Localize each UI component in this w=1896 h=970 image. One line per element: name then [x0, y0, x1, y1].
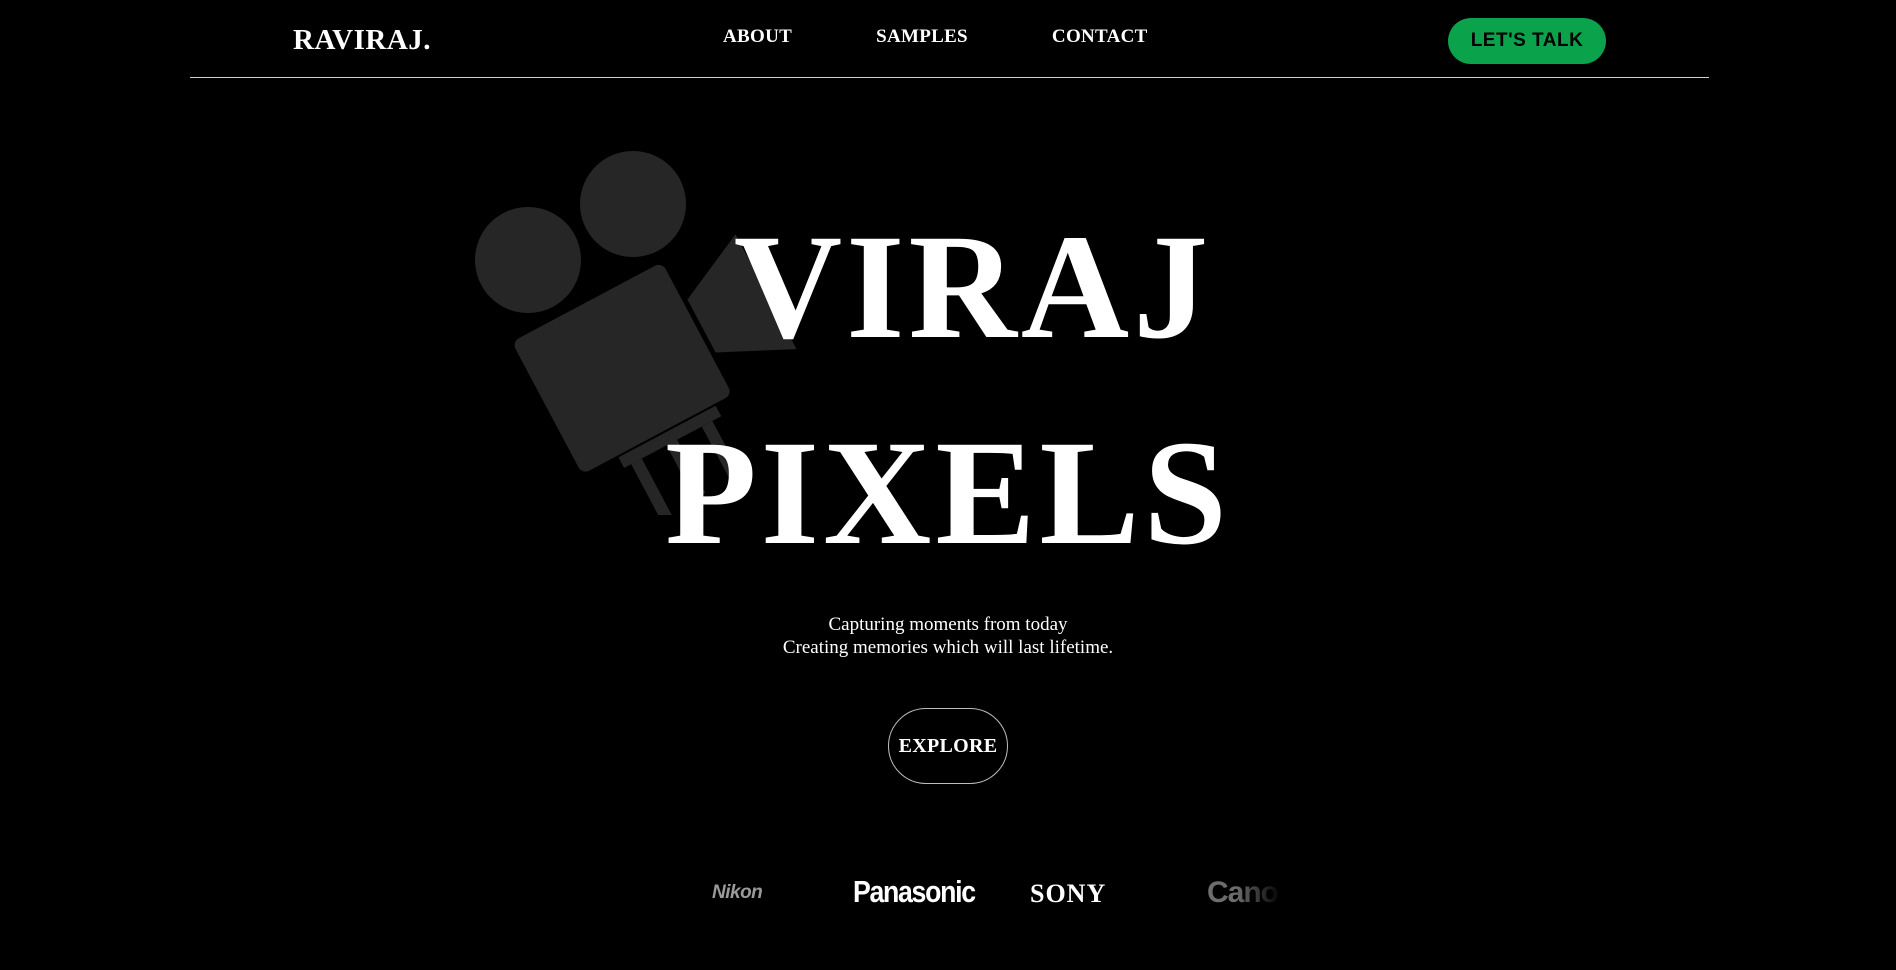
canon-logo: Canon	[1207, 876, 1281, 909]
hero-title-line-2: PIXELS	[665, 410, 1231, 576]
nav-item-samples[interactable]: SAMPLES	[876, 26, 968, 48]
explore-button[interactable]: EXPLORE	[888, 708, 1008, 784]
site-logo[interactable]: RAVIRAJ.	[293, 24, 431, 57]
lets-talk-button[interactable]: LET'S TALK	[1448, 18, 1606, 64]
panasonic-logo: Panasonic	[853, 874, 976, 909]
nav-item-contact[interactable]: CONTACT	[1052, 26, 1148, 48]
sony-logo: SONY	[1030, 879, 1107, 908]
brand-logos: Nikon Panasonic SONY Canon	[700, 872, 1281, 912]
page: RAVIRAJ. ABOUT SAMPLES CONTACT LET'S TAL…	[0, 0, 1896, 970]
tagline-line-2: Creating memories which will last lifeti…	[782, 637, 1114, 658]
nav-item-about[interactable]: ABOUT	[723, 26, 792, 48]
tagline-line-1: Capturing moments from today	[828, 614, 1068, 635]
main-nav: ABOUT SAMPLES CONTACT	[723, 26, 1148, 48]
nikon-logo: Nikon	[712, 882, 763, 903]
site-header: RAVIRAJ. ABOUT SAMPLES CONTACT LET'S TAL…	[190, 0, 1709, 78]
hero-title-line-1: VIRAJ	[733, 204, 1213, 370]
